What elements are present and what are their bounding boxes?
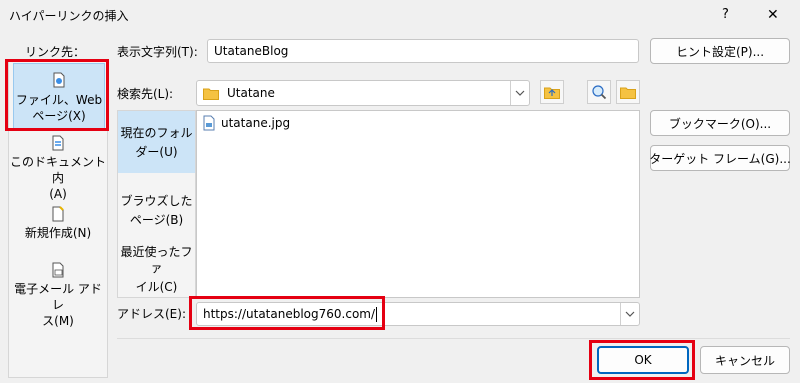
tab-label: ブラウズした (120, 193, 193, 208)
document-anchor-icon (52, 135, 64, 151)
close-button[interactable]: ✕ (767, 7, 779, 23)
file-list[interactable]: utatane.jpg (196, 110, 640, 298)
browse-folder-icon (620, 87, 636, 99)
link-to-create-new[interactable]: 新規作成(N) (9, 206, 107, 246)
divider (117, 338, 790, 339)
address-dropdown[interactable] (620, 303, 639, 325)
link-to-item-label: (A) (49, 187, 67, 201)
tab-label: ページ(B) (129, 212, 184, 227)
tab-browsed-pages[interactable]: ブラウズした ページ(B) (118, 181, 195, 239)
link-to-email-address[interactable]: 電子メール アドレ ス(M) (9, 262, 107, 328)
link-to-label: リンク先： (25, 45, 86, 59)
tab-recent-files[interactable]: 最近使ったファ イル(C) (118, 240, 195, 298)
address-label: アドレス(E): (117, 307, 186, 321)
up-one-folder-button[interactable] (540, 80, 564, 104)
link-to-item-label: 電子メール アドレ (14, 282, 102, 312)
highlight-file-web-page (5, 59, 109, 131)
image-file-icon (203, 115, 215, 131)
look-in-label: 検索先(L): (117, 87, 174, 101)
link-to-item-label: このドキュメント内 (9, 155, 106, 185)
look-in-select[interactable]: Utatane (196, 80, 530, 106)
display-text-label: 表示文字列(T): (117, 45, 198, 59)
email-icon (52, 262, 64, 278)
display-text-input[interactable]: UtataneBlog (207, 39, 639, 63)
screentip-button[interactable]: ヒント設定(P)... (650, 38, 790, 64)
cancel-button[interactable]: キャンセル (700, 346, 790, 374)
browse-file-button[interactable] (616, 80, 640, 104)
tab-current-folder[interactable]: 現在のフォル ダー(U) (118, 111, 195, 173)
folder-icon (203, 88, 219, 100)
tab-label: 現在のフォル (120, 125, 193, 140)
file-list-item[interactable]: utatane.jpg (202, 115, 290, 131)
tab-label: イル(C) (135, 279, 178, 294)
new-document-icon (52, 206, 64, 222)
highlight-ok (589, 340, 695, 380)
dialog-title: ハイパーリンクの挿入 (9, 9, 129, 23)
chevron-down-icon (515, 90, 525, 96)
help-button[interactable]: ? (722, 7, 729, 23)
link-to-item-label: ス(M) (42, 314, 74, 328)
target-frame-button[interactable]: ターゲット フレーム(G)... (649, 145, 791, 171)
chevron-down-icon (625, 311, 635, 317)
browse-web-icon (592, 85, 607, 100)
bookmark-button[interactable]: ブックマーク(O)... (650, 110, 790, 136)
look-in-dropdown[interactable] (510, 81, 529, 105)
look-in-value: Utatane (227, 86, 275, 100)
highlight-address (189, 296, 385, 330)
file-name: utatane.jpg (221, 116, 291, 130)
link-to-place-in-document[interactable]: このドキュメント内 (A) (9, 135, 107, 201)
up-folder-icon (544, 87, 560, 99)
tab-label: ダー(U) (135, 144, 178, 159)
tab-label: 最近使ったファ (120, 244, 193, 275)
browse-web-button[interactable] (587, 80, 611, 104)
link-to-item-label: 新規作成(N) (24, 226, 92, 240)
